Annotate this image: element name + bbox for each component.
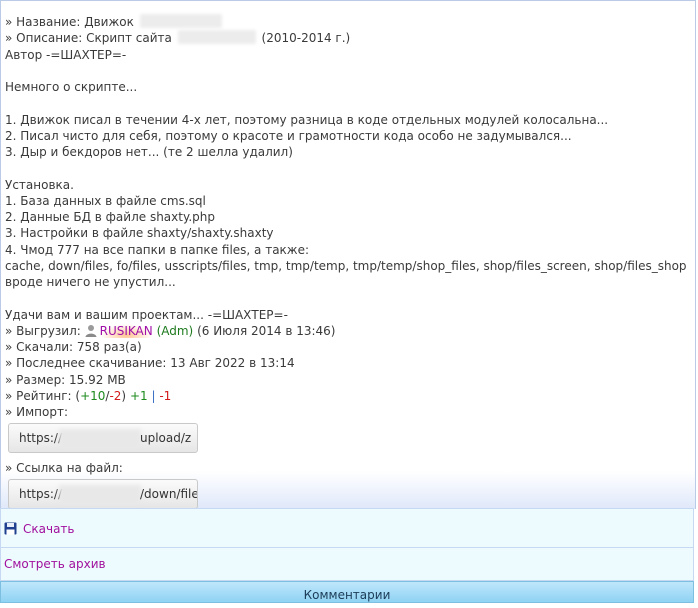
install-item: вроде ничего не упустил... [5, 275, 176, 289]
vote-divider: | [151, 388, 156, 403]
import-url-end: upload/z [140, 431, 192, 446]
about-item: 3. Дыр и бекдоров нет... (те 2 шелла уда… [5, 145, 293, 159]
file-author: Автор -=ШАХТЕР=- [5, 47, 127, 62]
rating-row: » Рейтинг: (+10/-2) +1 | -1 [5, 388, 695, 404]
farewell-text: Удачи вам и вашим проектам... -=ШАХТЕР=- [5, 307, 288, 322]
file-name-redacted [139, 14, 222, 28]
install-item: 4. Чмод 777 на все папки в папке files, … [5, 242, 310, 257]
rating-positive: +10 [80, 388, 106, 403]
download-link[interactable]: Скачать [23, 522, 75, 536]
archive-row: Смотреть архив [0, 548, 694, 581]
view-archive-link[interactable]: Смотреть архив [4, 557, 106, 571]
download-row: Скачать [0, 508, 694, 548]
file-name-label: » Название: Движок [5, 15, 134, 29]
uploader-row: » Выгрузил: RUSIKAN (Adm) (6 Июля 2014 в… [5, 323, 695, 339]
upload-date: (6 Июля 2014 в 13:46) [197, 323, 336, 338]
vote-minus-button[interactable]: -1 [159, 389, 171, 403]
import-url-field[interactable]: https:// upload/z [8, 423, 198, 454]
file-name-row: » Название: Движок [5, 14, 695, 30]
about-item: 1. Движок писал в течении 4-х лет, поэто… [5, 112, 609, 127]
rating-close: ) [121, 388, 127, 403]
install-item: 3. Настройки в файле shaxty/shaxty.shaxt… [5, 226, 274, 241]
file-link-field[interactable]: https:// /down/file [8, 478, 198, 509]
file-link-redacted [59, 484, 141, 503]
file-description-label: » Описание: Скрипт сайта [5, 31, 172, 46]
uploader-label: » Выгрузил: [5, 323, 81, 338]
rating-negative: -2 [109, 388, 122, 403]
file-link-label: » Ссылка на файл: [5, 460, 123, 475]
user-icon [85, 324, 97, 337]
install-item: 2. Данные БД в файле shaxty.php [5, 210, 216, 224]
file-link-start: https:// [19, 486, 63, 501]
install-item: cache, down/files, fo/files, usscripts/f… [5, 258, 687, 273]
rating-label: » Рейтинг: [5, 388, 72, 403]
file-description-row: » Описание: Скрипт сайта (2010-2014 г.) [5, 30, 695, 46]
install-heading: Установка. [5, 177, 74, 192]
about-heading: Немного о скрипте... [5, 80, 138, 94]
file-description-redacted [177, 30, 256, 45]
file-description-years: (2010-2014 г.) [261, 31, 351, 46]
import-url-redacted [59, 429, 141, 448]
vote-plus-button[interactable]: +1 [130, 389, 148, 403]
uploader-name-link[interactable]: RUSIKAN [99, 323, 153, 338]
import-url-start: https:// [19, 431, 63, 446]
file-size: » Размер: 15.92 MB [5, 372, 126, 387]
last-download: » Последнее скачивание: 13 Авг 2022 в 13… [5, 356, 295, 371]
uploader-role: (Adm) [156, 323, 194, 338]
file-link-end: /down/file [140, 486, 198, 501]
file-info-panel: » Название: Движок » Описание: Скрипт са… [0, 0, 696, 509]
downloads-count: » Скачали: 758 раз(а) [5, 340, 142, 354]
about-item: 2. Писал чисто для себя, поэтому о красо… [5, 128, 572, 143]
import-label: » Импорт: [5, 405, 69, 419]
install-item: 1. База данных в файле cms.sql [5, 193, 206, 208]
floppy-disk-icon [4, 522, 17, 535]
